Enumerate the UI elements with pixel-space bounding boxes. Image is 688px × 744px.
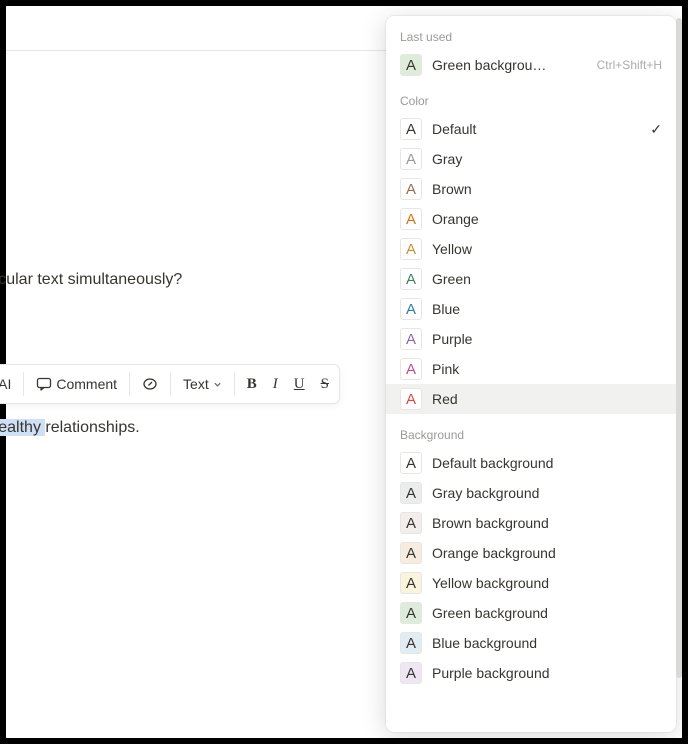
- text-style-dropdown[interactable]: Text: [177, 370, 228, 398]
- background-label: Default background: [432, 455, 662, 471]
- color-label: Blue: [432, 301, 662, 317]
- colors-list: A Default ✓ A Gray A Brown A Orange A Yellow A Green…: [386, 114, 676, 414]
- shortcut-text: Ctrl+Shift+H: [597, 58, 662, 72]
- background-label: Orange background: [432, 545, 662, 561]
- suggest-edit-button[interactable]: [136, 370, 164, 398]
- color-item-pink[interactable]: A Pink: [386, 354, 676, 384]
- last-used-label: Green backgrou…: [432, 57, 583, 73]
- comment-label: Comment: [56, 376, 117, 392]
- background-item-gray-background[interactable]: A Gray background: [386, 478, 676, 508]
- suggest-icon: [142, 376, 158, 392]
- body-text-line-2[interactable]: g healthy relationships.: [0, 419, 140, 437]
- color-item-brown[interactable]: A Brown: [386, 174, 676, 204]
- color-label: Red: [432, 391, 662, 407]
- color-label: Pink: [432, 361, 662, 377]
- selected-text: healthy: [0, 419, 45, 436]
- swatch-icon: A: [400, 482, 422, 504]
- color-item-yellow[interactable]: A Yellow: [386, 234, 676, 264]
- color-label: Yellow: [432, 241, 662, 257]
- swatch-icon: A: [400, 178, 422, 200]
- section-background: Background: [386, 422, 676, 448]
- document-area: articular text simultaneously? sk AI Com…: [6, 6, 682, 738]
- background-item-blue-background[interactable]: A Blue background: [386, 628, 676, 658]
- color-item-green[interactable]: A Green: [386, 264, 676, 294]
- body-text-line-1[interactable]: articular text simultaneously?: [0, 271, 182, 289]
- swatch-icon: A: [400, 328, 422, 350]
- check-icon: ✓: [650, 121, 662, 138]
- color-label: Default: [432, 121, 636, 137]
- background-label: Gray background: [432, 485, 662, 501]
- background-item-purple-background[interactable]: A Purple background: [386, 658, 676, 688]
- background-label: Blue background: [432, 635, 662, 651]
- text-style-label: Text: [183, 376, 209, 392]
- comment-icon: [36, 376, 52, 392]
- color-item-default[interactable]: A Default ✓: [386, 114, 676, 144]
- color-item-purple[interactable]: A Purple: [386, 324, 676, 354]
- background-item-green-background[interactable]: A Green background: [386, 598, 676, 628]
- color-label: Orange: [432, 211, 662, 227]
- italic-button[interactable]: I: [267, 370, 284, 398]
- color-item-orange[interactable]: A Orange: [386, 204, 676, 234]
- swatch-icon: A: [400, 298, 422, 320]
- swatch-icon: A: [400, 602, 422, 624]
- underline-button[interactable]: U: [288, 370, 311, 398]
- color-label: Green: [432, 271, 662, 287]
- swatch-icon: A: [400, 632, 422, 654]
- swatch-icon: A: [400, 268, 422, 290]
- body-post: relationships.: [45, 419, 139, 436]
- bold-button[interactable]: B: [241, 370, 263, 398]
- swatch-icon: A: [400, 54, 422, 76]
- background-item-yellow-background[interactable]: A Yellow background: [386, 568, 676, 598]
- chevron-down-icon: [213, 380, 222, 389]
- ask-ai-button[interactable]: sk AI: [0, 370, 17, 398]
- color-label: Purple: [432, 331, 662, 347]
- color-item-red[interactable]: A Red: [386, 384, 676, 414]
- comment-button[interactable]: Comment: [30, 370, 123, 398]
- color-label: Brown: [432, 181, 662, 197]
- color-picker-popup: Last used A Green backgrou… Ctrl+Shift+H…: [386, 16, 676, 732]
- section-last-used: Last used: [386, 24, 676, 50]
- swatch-icon: A: [400, 388, 422, 410]
- color-item-blue[interactable]: A Blue: [386, 294, 676, 324]
- background-label: Yellow background: [432, 575, 662, 591]
- background-label: Purple background: [432, 665, 662, 681]
- background-item-orange-background[interactable]: A Orange background: [386, 538, 676, 568]
- swatch-icon: A: [400, 238, 422, 260]
- ask-ai-label: sk AI: [0, 376, 11, 392]
- popup-scrollbar[interactable]: [676, 18, 682, 678]
- divider: [129, 372, 130, 396]
- strikethrough-button[interactable]: S: [315, 370, 335, 398]
- color-label: Gray: [432, 151, 662, 167]
- swatch-icon: A: [400, 148, 422, 170]
- divider: [170, 372, 171, 396]
- color-item-gray[interactable]: A Gray: [386, 144, 676, 174]
- last-used-item[interactable]: A Green backgrou… Ctrl+Shift+H: [386, 50, 676, 80]
- floating-toolbar: sk AI Comment Text B I U S: [0, 364, 340, 404]
- background-item-default-background[interactable]: A Default background: [386, 448, 676, 478]
- section-color: Color: [386, 88, 676, 114]
- swatch-icon: A: [400, 572, 422, 594]
- swatch-icon: A: [400, 452, 422, 474]
- divider: [23, 372, 24, 396]
- backgrounds-list: A Default background A Gray background A Brow…: [386, 448, 676, 688]
- swatch-icon: A: [400, 542, 422, 564]
- swatch-icon: A: [400, 512, 422, 534]
- background-item-brown-background[interactable]: A Brown background: [386, 508, 676, 538]
- swatch-icon: A: [400, 118, 422, 140]
- background-label: Green background: [432, 605, 662, 621]
- swatch-icon: A: [400, 662, 422, 684]
- divider: [234, 372, 235, 396]
- swatch-icon: A: [400, 358, 422, 380]
- background-label: Brown background: [432, 515, 662, 531]
- swatch-icon: A: [400, 208, 422, 230]
